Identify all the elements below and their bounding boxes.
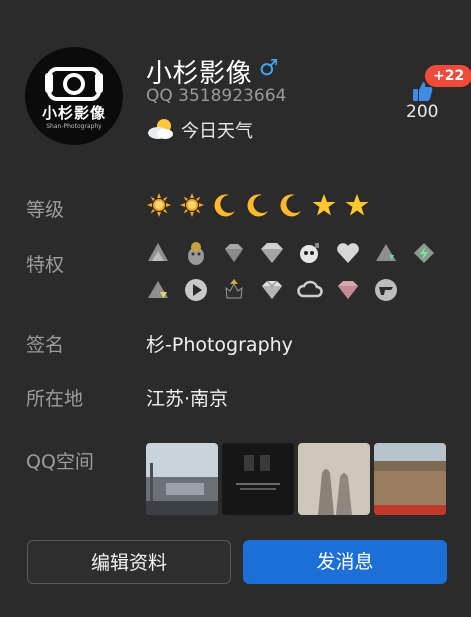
silver-diamond-icon[interactable] [256, 237, 288, 269]
heart-icon[interactable] [332, 237, 364, 269]
avatar-logo-text: 小杉影像 [41, 104, 106, 122]
shadows-photo[interactable] [298, 443, 370, 515]
edit-profile-button[interactable]: 编辑资料 [27, 540, 231, 584]
moon-icon [212, 192, 238, 218]
camera-logo-icon [45, 67, 103, 101]
sun-icon [146, 192, 172, 218]
privilege-icons-row-1 [142, 237, 440, 269]
location-value: 江苏·南京 [146, 388, 229, 410]
crown-black-icon[interactable] [218, 274, 250, 306]
like-count: 200 [406, 102, 439, 122]
green-lightning-icon[interactable] [408, 237, 440, 269]
signature-label: 签名 [26, 334, 65, 356]
level-label: 等级 [26, 199, 65, 221]
nickname: 小杉影像 [146, 59, 253, 89]
avatar-logo-subtext: Shan-Photography [46, 123, 102, 130]
ff-game-icon[interactable] [370, 274, 402, 306]
avatar[interactable]: 小杉影像 Shan-Photography [25, 47, 123, 145]
signature-value: 杉-Photography [146, 334, 293, 356]
privilege-icons-row-2 [142, 274, 402, 306]
phone-screenshot-photo[interactable] [222, 443, 294, 515]
video-play-icon[interactable] [180, 274, 212, 306]
qzone-label[interactable]: QQ空间 [26, 447, 94, 474]
privilege-label: 特权 [26, 254, 65, 276]
qzone-photos [146, 443, 446, 515]
qq-number: QQ 3518923664 [146, 86, 287, 106]
field-photo[interactable] [374, 443, 446, 515]
weather-partly-cloudy-icon[interactable] [146, 116, 176, 142]
sun-icon [179, 192, 205, 218]
shiny-diamond-icon[interactable] [256, 274, 288, 306]
gender-male-icon: ♂ [259, 56, 279, 81]
pink-diamond-icon[interactable] [332, 274, 364, 306]
green-diamond-hat-icon[interactable] [370, 237, 402, 269]
street-photo[interactable] [146, 443, 218, 515]
star-icon [344, 192, 370, 218]
mascot-icon[interactable] [180, 237, 212, 269]
location-label: 所在地 [26, 388, 84, 410]
star-icon [311, 192, 337, 218]
penguin-bomb-icon[interactable] [294, 237, 326, 269]
thumbs-up-icon[interactable] [412, 80, 434, 102]
moon-icon [245, 192, 271, 218]
level-icons [146, 192, 370, 218]
svip-crown-icon[interactable] [142, 237, 174, 269]
diamond-icon[interactable] [218, 237, 250, 269]
weather-link[interactable]: 今日天气 [181, 117, 253, 143]
send-message-button[interactable]: 发消息 [243, 540, 447, 584]
cloud-icon[interactable] [294, 274, 326, 306]
yellow-hat-icon[interactable] [142, 274, 174, 306]
moon-icon [278, 192, 304, 218]
